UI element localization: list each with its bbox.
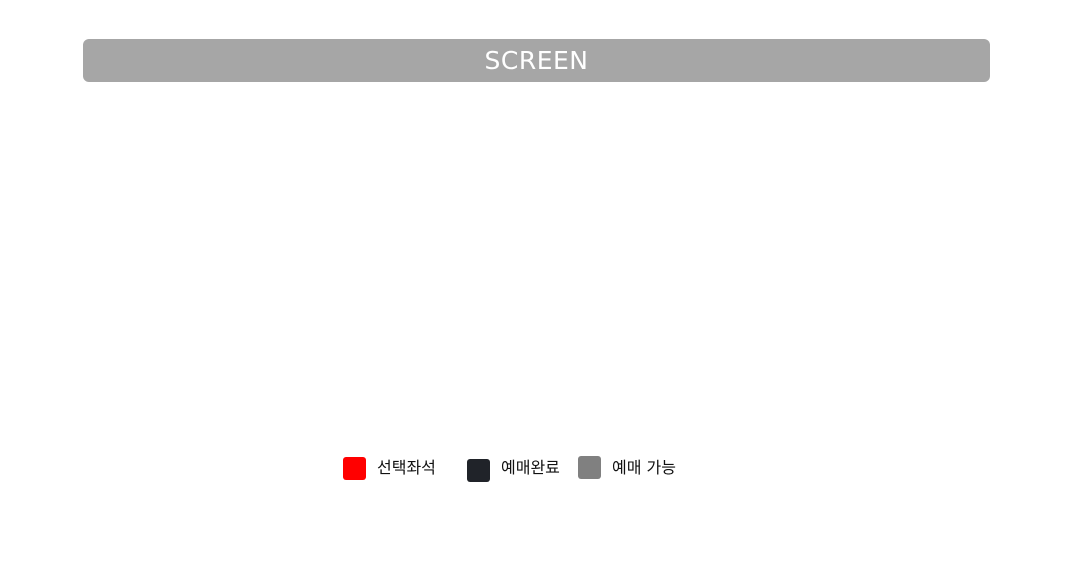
legend-label-selected: 선택좌석 bbox=[377, 458, 436, 477]
screen-indicator: SCREEN bbox=[83, 39, 990, 82]
seat-map-area bbox=[83, 100, 990, 430]
legend-label-available: 예매 가능 bbox=[612, 458, 676, 477]
screen-label: SCREEN bbox=[484, 46, 589, 75]
booked-seat-swatch bbox=[467, 459, 490, 482]
available-seat-swatch bbox=[578, 456, 601, 479]
selected-seat-swatch bbox=[343, 457, 366, 480]
legend-label-booked: 예매완료 bbox=[501, 458, 560, 477]
